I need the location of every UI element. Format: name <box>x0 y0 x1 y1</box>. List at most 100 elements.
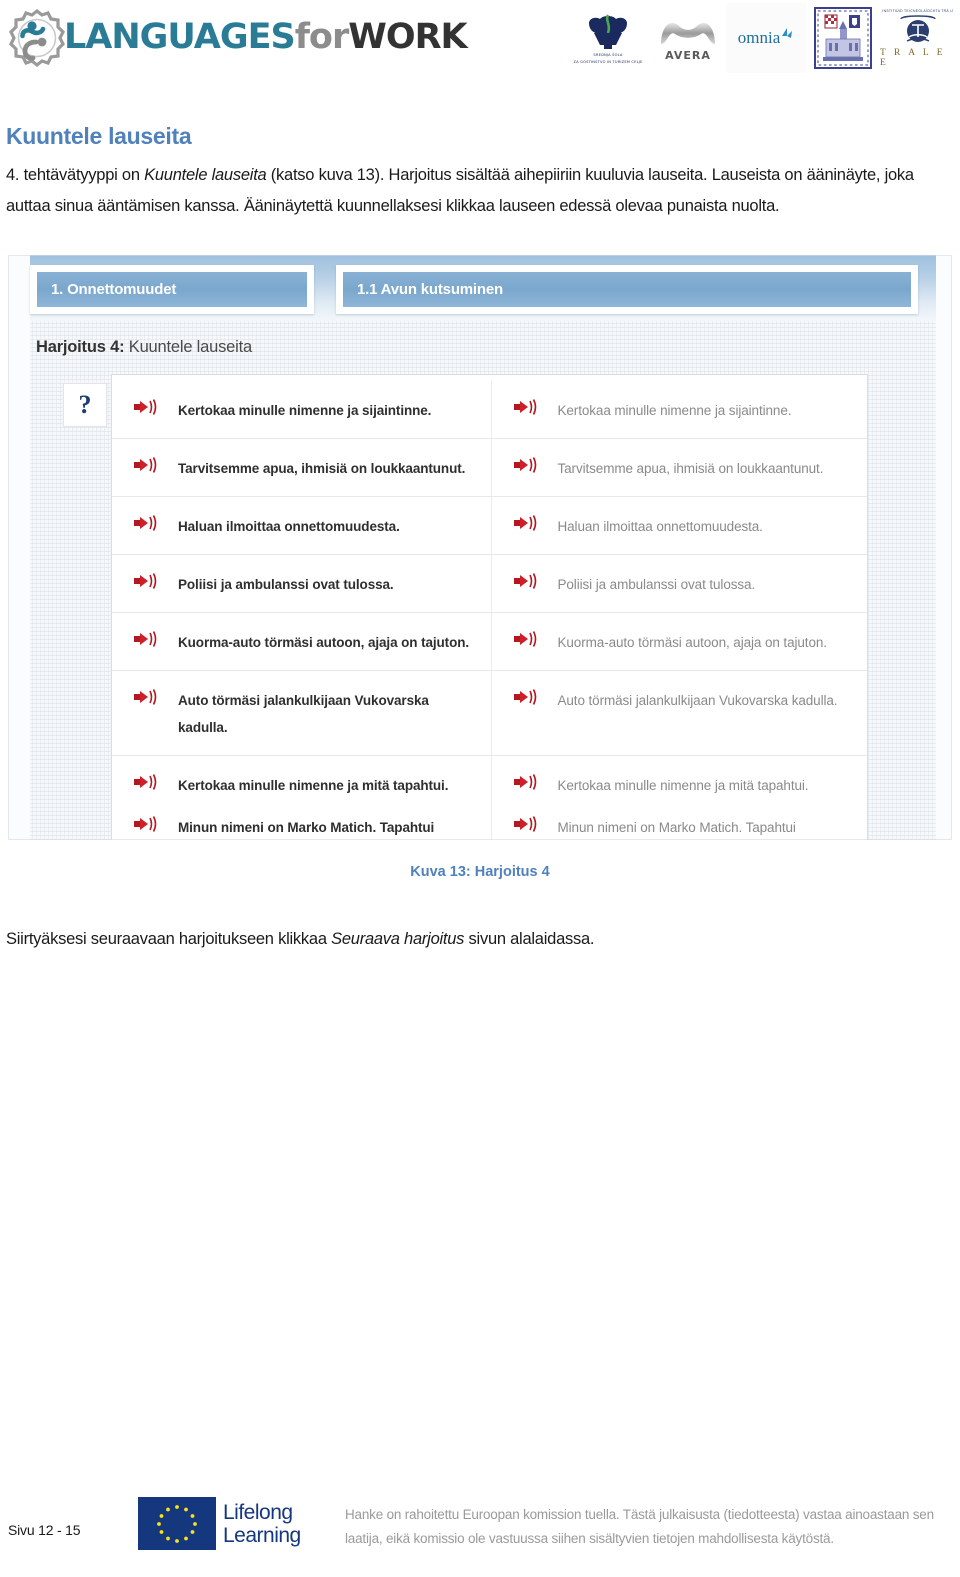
sentence-text: Kertokaa minulle nimenne ja mitä tapahtu… <box>178 778 449 793</box>
sentence-cell-left: Kertokaa minulle nimenne ja sijaintinne. <box>112 381 492 438</box>
speaker-play-icon[interactable] <box>513 572 540 595</box>
after-text-italic: Seuraava harjoitus <box>331 929 465 948</box>
figure-screenshot: 1. Onnettomuudet 1.1 Avun kutsuminen Har… <box>8 255 952 840</box>
sentence-text: Kertokaa minulle nimenne ja sijaintinne. <box>557 403 792 418</box>
table-row: Tarvitsemme apua, ihmisiä on loukkaantun… <box>112 439 867 497</box>
sentence-cell-left: Kuorma-auto törmäsi autoon, ajaja on taj… <box>112 613 492 670</box>
eu-flag-icon <box>138 1497 216 1550</box>
sentence-cell-right: Minun nimeni on Marko Matich. Tapahtui o… <box>492 806 868 840</box>
speaker-play-icon[interactable] <box>134 398 160 421</box>
question-mark-icon: ? <box>78 390 92 419</box>
lifelong-learning-logo: Lifelong Learning <box>138 1497 301 1550</box>
sentence-text: Auto törmäsi jalankulkijaan Vukovarska k… <box>178 693 429 735</box>
sentence-cell-left: Auto törmäsi jalankulkijaan Vukovarska k… <box>112 671 492 755</box>
table-row: Poliisi ja ambulanssi ovat tulossa. Poli… <box>112 555 867 613</box>
sentence-text: Minun nimeni on Marko Matich. Tapahtui o… <box>557 820 796 835</box>
partner-logo-tralee: INSTITIÚID TEICNEOLAÍOCHTA TRÁ LÍ T R A … <box>880 3 956 73</box>
document-header: LANGUAGESforWORK SREDNJA ŠOLA ZA GOSTINS… <box>0 0 960 80</box>
sentence-text: Haluan ilmoittaa onnettomuudesta. <box>178 519 400 534</box>
sentence-text: Auto törmäsi jalankulkijaan Vukovarska k… <box>557 693 838 708</box>
sentence-cell-left: Haluan ilmoittaa onnettomuudesta. <box>112 497 492 554</box>
sentence-text: Kertokaa minulle nimenne ja sijaintinne. <box>178 403 432 418</box>
hint-help-button[interactable]: ? <box>63 383 107 427</box>
sentence-text: Minun nimeni on Marko Matich. Tapahtui o… <box>178 820 435 835</box>
partner-label-avera: AVERA <box>665 49 711 62</box>
screenshot-right-margin <box>936 255 952 840</box>
page-title: Kuuntele lauseita <box>6 123 192 150</box>
tab-avun-kutsuminen[interactable]: 1.1 Avun kutsuminen <box>336 265 918 314</box>
sentence-list-panel: Kertokaa minulle nimenne ja sijaintinne.… <box>111 374 868 840</box>
speaker-play-icon[interactable] <box>513 688 540 711</box>
brand-part-2: for <box>294 16 350 57</box>
intro-text-italic: Kuuntele lauseita <box>144 165 267 184</box>
partner-logo-zagreb <box>806 3 880 73</box>
tab-onnettomuudet[interactable]: 1. Onnettomuudet <box>30 265 314 314</box>
partner-logo-srednja-sola: SREDNJA ŠOLA ZA GOSTINSTVO IN TURIZEM CE… <box>566 3 650 73</box>
figure-caption: Kuva 13: Harjoitus 4 <box>410 864 550 880</box>
after-figure-paragraph: Siirtyäksesi seuraavaan harjoitukseen kl… <box>6 924 946 955</box>
table-row: Haluan ilmoittaa onnettomuudesta. Haluan… <box>112 497 867 555</box>
sentence-text: Haluan ilmoittaa onnettomuudesta. <box>557 519 763 534</box>
table-row: Kertokaa minulle nimenne ja sijaintinne.… <box>112 381 867 439</box>
screenshot-left-margin <box>8 255 30 840</box>
sentence-text: Poliisi ja ambulanssi ovat tulossa. <box>178 577 394 592</box>
speaker-play-icon[interactable] <box>134 688 160 711</box>
sentence-text: Kuorma-auto törmäsi autoon, ajaja on taj… <box>178 635 470 650</box>
speaker-play-icon[interactable] <box>134 630 160 653</box>
gear-person-icon <box>6 6 68 68</box>
speaker-play-icon[interactable] <box>513 456 540 479</box>
languages-for-work-logo: LANGUAGESforWORK <box>6 6 468 68</box>
speaker-play-icon[interactable] <box>513 630 540 653</box>
sentence-cell-right: Kertokaa minulle nimenne ja mitä tapahtu… <box>492 756 868 806</box>
exercise-heading-name: Kuuntele lauseita <box>124 338 252 356</box>
table-row: Minun nimeni on Marko Matich. Tapahtui o… <box>112 806 867 840</box>
lifelong-learning-wordmark: Lifelong Learning <box>223 1501 301 1547</box>
brand-part-1: LANGUAGES <box>64 16 296 57</box>
speaker-play-icon[interactable] <box>134 572 160 595</box>
speaker-play-icon[interactable] <box>134 456 160 479</box>
speaker-play-icon[interactable] <box>134 815 160 838</box>
lifelong-line-1: Lifelong <box>223 1500 293 1524</box>
lifelong-line-2: Learning <box>223 1523 301 1547</box>
table-row: Kuorma-auto törmäsi autoon, ajaja on taj… <box>112 613 867 671</box>
partner-label-tralee: T R A L E E <box>880 47 946 68</box>
sentence-cell-right: Tarvitsemme apua, ihmisiä on loukkaantun… <box>492 439 868 496</box>
document-footer: Sivu 12 - 15 Lifelong Learning Hanke on … <box>0 1490 960 1577</box>
sentence-text: Poliisi ja ambulanssi ovat tulossa. <box>557 577 756 592</box>
tab-avun-kutsuminen-label: 1.1 Avun kutsuminen <box>343 272 911 307</box>
tab-onnettomuudet-label: 1. Onnettomuudet <box>37 272 307 307</box>
sentence-cell-right: Kertokaa minulle nimenne ja sijaintinne. <box>492 381 868 438</box>
intro-paragraph: 4. tehtävätyyppi on Kuuntele lauseita (k… <box>6 160 946 222</box>
partner-caption-line1: SREDNJA ŠOLA <box>593 52 623 57</box>
partner-logos-row: SREDNJA ŠOLA ZA GOSTINSTVO IN TURIZEM CE… <box>566 2 956 74</box>
intro-text-before: 4. tehtävätyyppi on <box>6 165 145 184</box>
sentence-text: Tarvitsemme apua, ihmisiä on loukkaantun… <box>178 461 466 476</box>
page-number: Sivu 12 - 15 <box>8 1522 81 1538</box>
sentence-text: Kertokaa minulle nimenne ja mitä tapahtu… <box>557 778 809 793</box>
sentence-cell-left: Kertokaa minulle nimenne ja mitä tapahtu… <box>112 756 492 806</box>
partner-logo-avera: AVERA <box>650 3 726 73</box>
breadcrumb-tabs: 1. Onnettomuudet 1.1 Avun kutsuminen <box>30 265 918 314</box>
sentence-cell-right: Auto törmäsi jalankulkijaan Vukovarska k… <box>492 671 868 755</box>
speaker-play-icon[interactable] <box>513 398 540 421</box>
sentence-cell-right: Haluan ilmoittaa onnettomuudesta. <box>492 497 868 554</box>
speaker-play-icon[interactable] <box>513 514 540 537</box>
sentence-text: Tarvitsemme apua, ihmisiä on loukkaantun… <box>557 461 824 476</box>
speaker-play-icon[interactable] <box>134 773 160 796</box>
speaker-play-icon[interactable] <box>513 815 540 838</box>
sentence-cell-right: Kuorma-auto törmäsi autoon, ajaja on taj… <box>492 613 868 670</box>
exercise-heading: Harjoitus 4: Kuuntele lauseita <box>36 338 252 357</box>
sentence-cell-left: Minun nimeni on Marko Matich. Tapahtui o… <box>112 806 492 840</box>
speaker-play-icon[interactable] <box>134 514 160 537</box>
sentence-cell-left: Poliisi ja ambulanssi ovat tulossa. <box>112 555 492 612</box>
after-text-after: sivun alalaidassa. <box>464 929 595 948</box>
brand-wordmark: LANGUAGESforWORK <box>64 16 468 57</box>
exercise-heading-label: Harjoitus 4: <box>36 338 125 356</box>
sentence-cell-right: Poliisi ja ambulanssi ovat tulossa. <box>492 555 868 612</box>
after-text-before: Siirtyäksesi seuraavaan harjoitukseen kl… <box>6 929 332 948</box>
speaker-play-icon[interactable] <box>513 773 540 796</box>
partner-label-omnia: omnia <box>737 28 781 47</box>
partner-caption-line2: ZA GOSTINSTVO IN TURIZEM CELJE <box>573 60 643 64</box>
sentence-cell-left: Tarvitsemme apua, ihmisiä on loukkaantun… <box>112 439 492 496</box>
table-row: Auto törmäsi jalankulkijaan Vukovarska k… <box>112 671 867 756</box>
